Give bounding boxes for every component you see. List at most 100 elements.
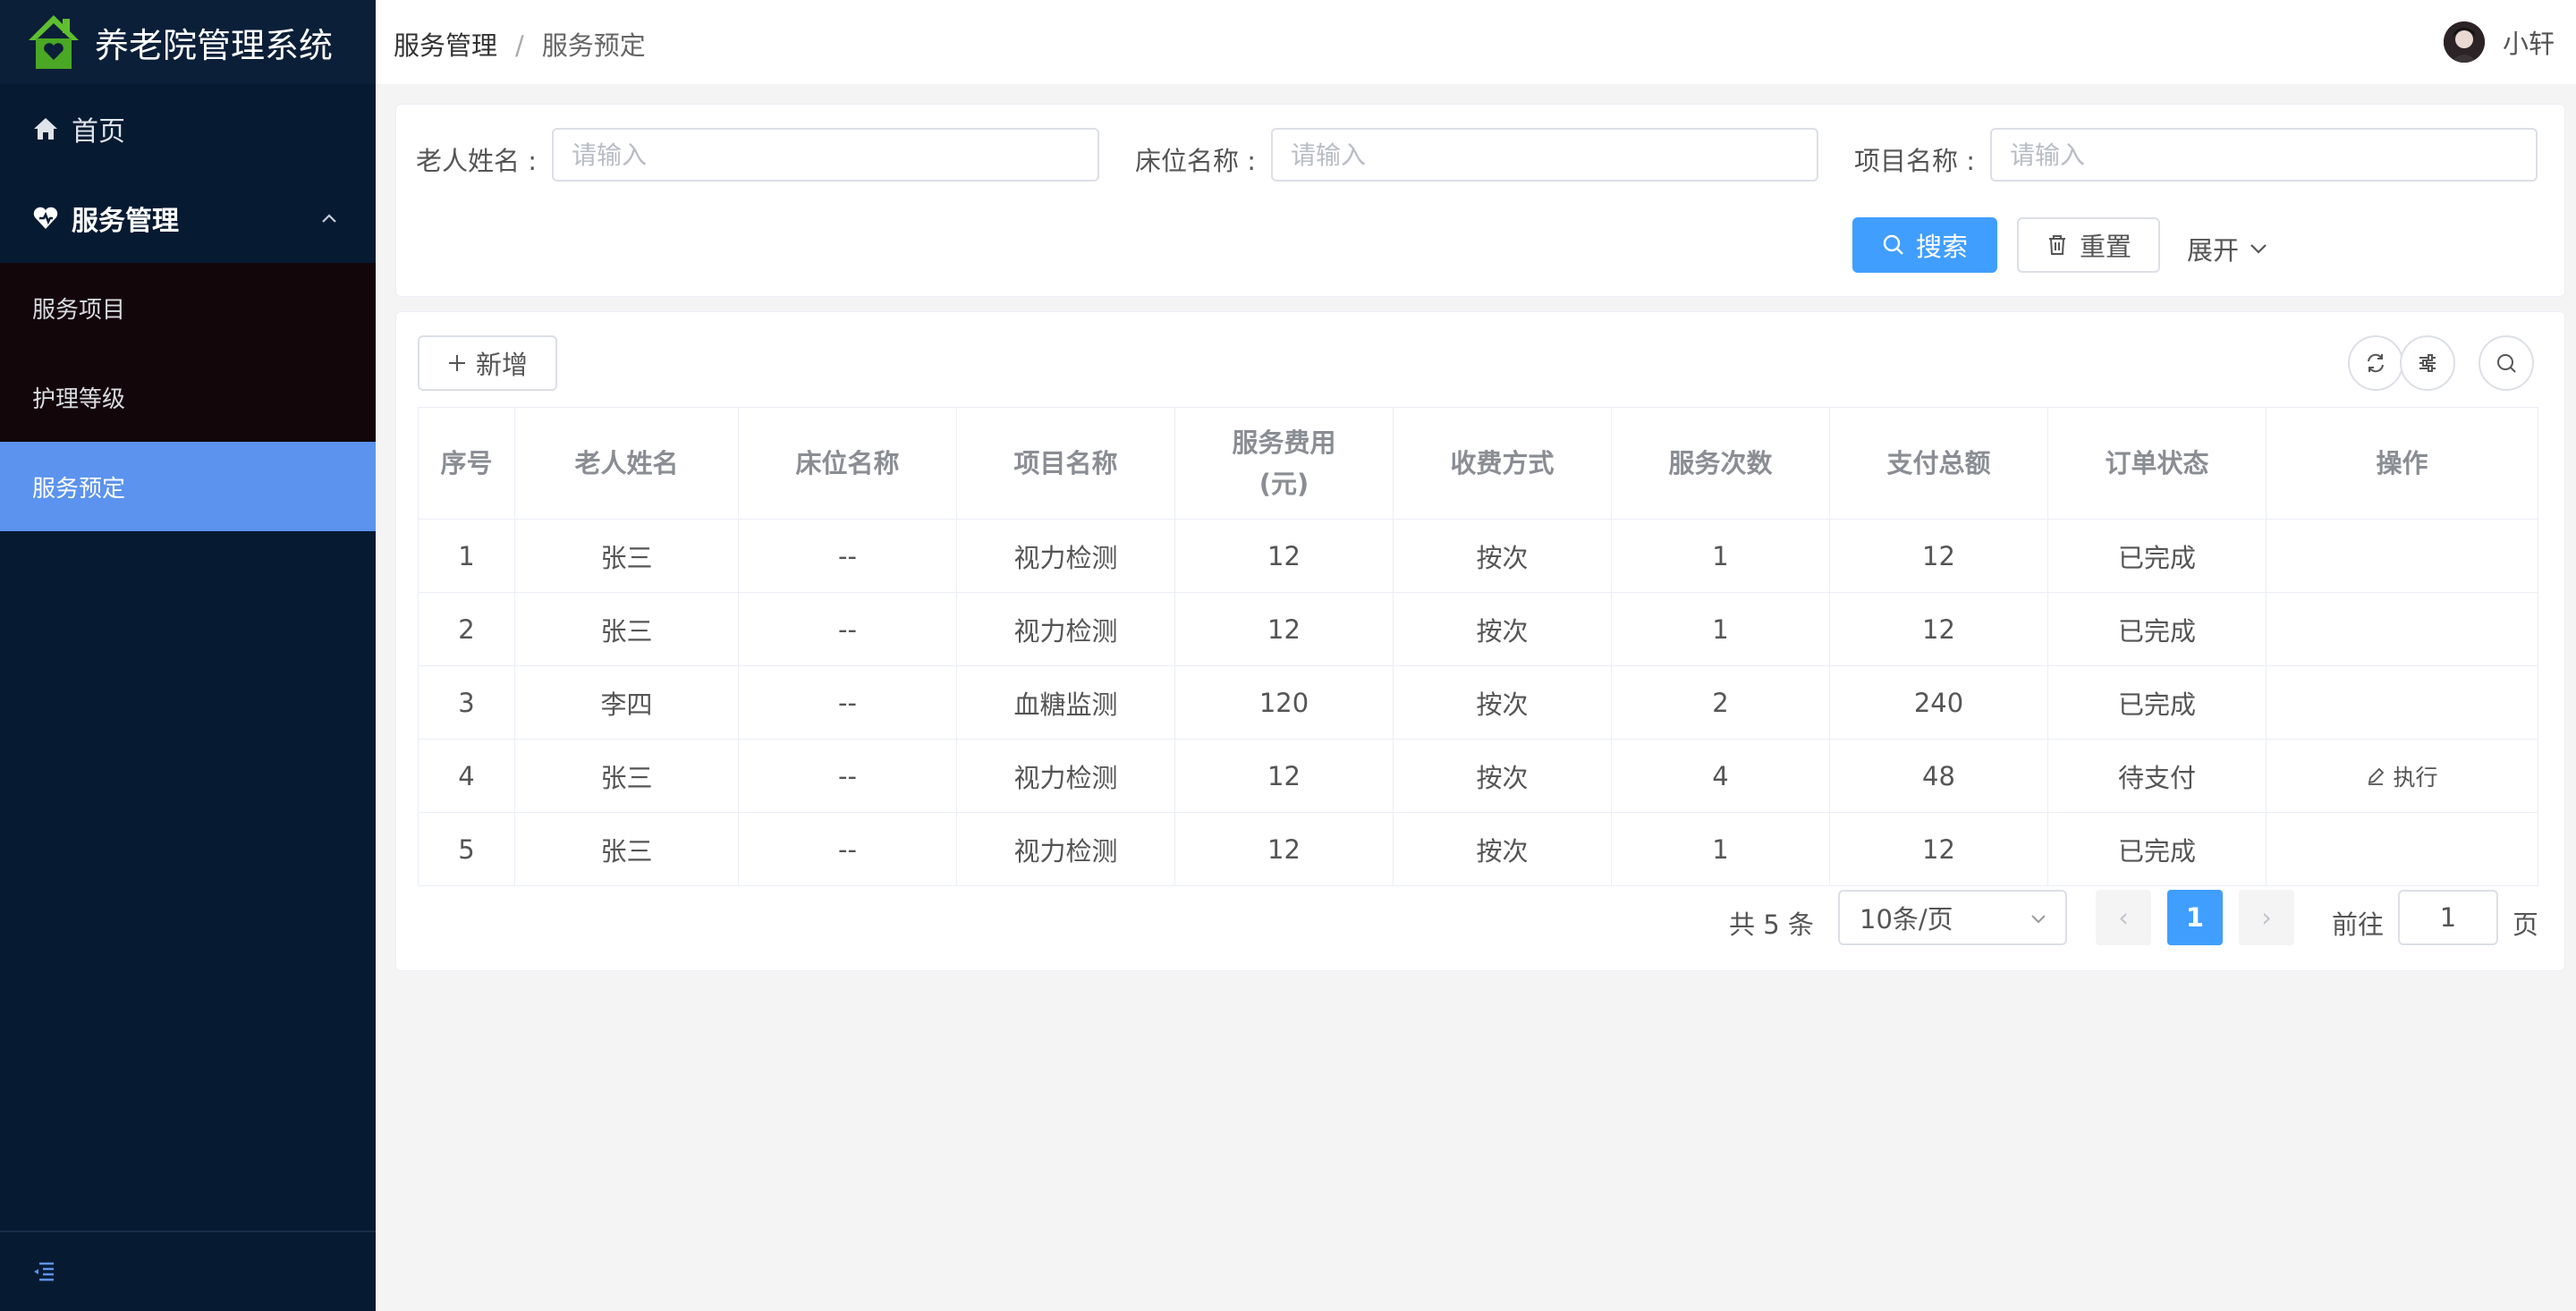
expand-toggle[interactable]: 展开: [2187, 230, 2269, 267]
goto-page-input[interactable]: [2398, 890, 2498, 945]
table-row: 3 李四 -- 血糖监测 120 按次 2 240 已完成: [418, 665, 2538, 740]
cell-total: 48: [1829, 739, 2048, 813]
cell-count: 4: [1611, 739, 1830, 813]
search-button[interactable]: 搜索: [1852, 217, 1997, 273]
column-header-line: (元): [1258, 469, 1309, 499]
breadcrumb: 服务管理 / 服务预定: [394, 25, 646, 63]
sidebar-group-service-management[interactable]: 服务管理: [0, 173, 376, 263]
sidebar-item-home[interactable]: 首页: [0, 84, 376, 173]
cell-total: 12: [1829, 592, 2048, 666]
refresh-button[interactable]: [2348, 335, 2403, 391]
cell-project: 视力检测: [956, 519, 1175, 593]
elder-name-input[interactable]: [552, 128, 1099, 182]
cell-bed: --: [738, 665, 957, 740]
cell-elder: 张三: [514, 592, 739, 666]
avatar[interactable]: [2443, 21, 2485, 63]
heart-hand-icon: [33, 207, 58, 229]
prev-page-button[interactable]: ‹: [2096, 890, 2151, 945]
cell-project: 视力检测: [956, 592, 1175, 666]
cell-elder: 李四: [514, 665, 739, 740]
next-page-button[interactable]: ›: [2239, 890, 2294, 945]
cell-method: 按次: [1393, 519, 1612, 593]
page-size-value: 10条/页: [1860, 904, 1953, 935]
cell-action: 执行: [2266, 739, 2538, 813]
cell-elder: 张三: [514, 519, 739, 593]
cell-project: 视力检测: [956, 739, 1175, 813]
search-button-label: 搜索: [1915, 232, 1968, 262]
toggle-search-button[interactable]: [2479, 335, 2534, 391]
expand-label: 展开: [2187, 235, 2240, 266]
cell-index: 4: [418, 739, 515, 813]
goto-label: 前往: [2332, 909, 2385, 940]
user-menu[interactable]: 小轩: [2443, 21, 2555, 63]
sidebar-item-label: 服务项目: [32, 296, 126, 324]
page-suffix-label: 页: [2512, 909, 2539, 940]
sliders-icon: [2419, 354, 2436, 372]
add-button[interactable]: 新增: [418, 335, 557, 391]
bed-name-input[interactable]: [1271, 128, 1818, 182]
house-heart-logo-icon: [29, 15, 79, 69]
search-form-card: 老人姓名 : 床位名称 : 项目名称 : 搜索 重置 展开: [395, 104, 2565, 297]
table-row: 5 张三 -- 视力检测 12 按次 1 12 已完成: [418, 812, 2538, 886]
chevron-down-icon: [2250, 244, 2267, 254]
bed-name-label: 床位名称 :: [1135, 146, 1256, 176]
top-header: 服务管理 / 服务预定 小轩: [376, 0, 2576, 84]
cell-index: 1: [418, 519, 515, 593]
cell-bed: --: [738, 592, 957, 666]
app-title: 养老院管理系统: [95, 25, 334, 65]
sidebar-item-label: 服务预定: [32, 475, 126, 503]
table-card: 新增 序号 老人姓名 床位名称 项目名称 服务费用 (元) 收费方式 服务次数 …: [395, 311, 2565, 971]
breadcrumb-parent[interactable]: 服务管理: [394, 30, 497, 61]
cell-method: 按次: [1393, 665, 1612, 740]
cell-method: 按次: [1393, 592, 1612, 666]
cell-count: 1: [1611, 812, 1830, 886]
column-header: 支付总额: [1829, 407, 2048, 520]
cell-status: 已完成: [2047, 592, 2267, 666]
add-button-label: 新增: [475, 350, 528, 380]
cell-elder: 张三: [514, 812, 739, 886]
chevron-down-icon: [2031, 915, 2046, 924]
column-header: 服务次数: [1611, 407, 1830, 520]
column-header: 收费方式: [1393, 407, 1612, 520]
plus-icon: [448, 355, 465, 371]
refresh-icon: [2368, 353, 2384, 373]
sidebar-item-service-projects[interactable]: 服务项目: [0, 263, 376, 352]
cell-index: 5: [418, 812, 515, 886]
execute-link-label: 执行: [2393, 764, 2438, 791]
breadcrumb-separator: /: [515, 30, 524, 61]
cell-fee: 12: [1174, 519, 1394, 593]
pagination-total: 共 5 条: [1729, 909, 1814, 940]
page-size-select[interactable]: 10条/页: [1838, 890, 2067, 945]
sidebar-item-service-booking[interactable]: 服务预定: [0, 442, 376, 531]
cell-action: [2266, 519, 2538, 593]
avatar-image-icon: [2443, 21, 2485, 63]
project-name-input[interactable]: [1990, 128, 2538, 182]
cell-total: 12: [1829, 812, 2048, 886]
table-row: 1 张三 -- 视力检测 12 按次 1 12 已完成: [418, 519, 2538, 593]
table-header-row: 序号 老人姓名 床位名称 项目名称 服务费用 (元) 收费方式 服务次数 支付总额…: [418, 407, 2538, 520]
page-number-button[interactable]: 1: [2167, 890, 2223, 945]
cell-total: 240: [1829, 665, 2048, 740]
cell-fee: 12: [1174, 812, 1394, 886]
cell-count: 1: [1611, 592, 1830, 666]
sidebar-submenu: 服务项目 护理等级: [0, 263, 376, 442]
column-header: 订单状态: [2047, 407, 2267, 520]
cell-bed: --: [738, 739, 957, 813]
edit-pen-icon: [2368, 767, 2385, 785]
collapse-menu-icon[interactable]: [30, 1257, 57, 1284]
column-header: 老人姓名: [514, 407, 739, 520]
cell-fee: 12: [1174, 739, 1394, 813]
cell-status: 已完成: [2047, 812, 2267, 886]
cell-action: [2266, 665, 2538, 740]
column-header-line: 服务费用: [1232, 427, 1336, 458]
sidebar-item-label: 首页: [72, 116, 125, 148]
execute-link[interactable]: 执行: [2366, 760, 2438, 792]
cell-bed: --: [738, 519, 957, 593]
search-icon: [1883, 234, 1903, 255]
sidebar-item-care-levels[interactable]: 护理等级: [0, 352, 376, 442]
cell-fee: 120: [1174, 665, 1394, 740]
reset-button[interactable]: 重置: [2017, 217, 2160, 273]
user-name: 小轩: [2502, 29, 2555, 59]
column-settings-button[interactable]: [2400, 335, 2455, 391]
sidebar-group-label: 服务管理: [72, 206, 179, 237]
